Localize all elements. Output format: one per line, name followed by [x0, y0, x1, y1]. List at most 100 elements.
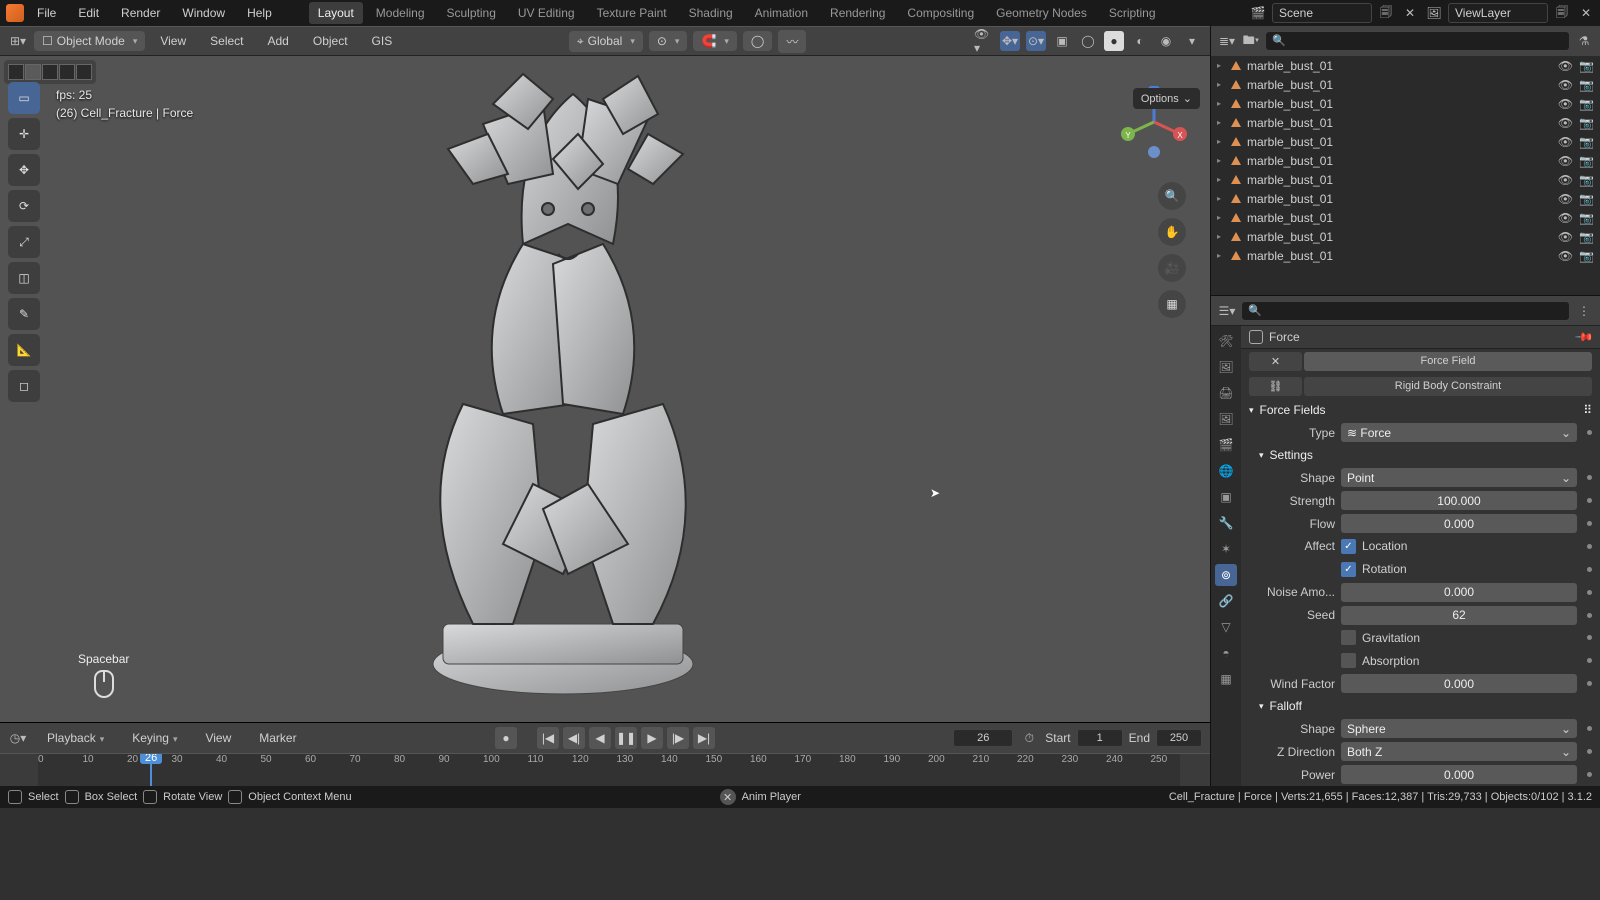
outliner-list[interactable]: ▸ marble_bust_01 👁 📷▸ marble_bust_01 👁 📷…: [1211, 56, 1600, 295]
autokey-toggle[interactable]: ●: [495, 727, 517, 749]
panel-falloff[interactable]: Falloff: [1270, 699, 1302, 713]
tab-rbc-icon[interactable]: ⛓: [1249, 377, 1302, 396]
hide-render-icon[interactable]: 📷: [1579, 135, 1594, 149]
preview-range-icon[interactable]: ⏱: [1019, 728, 1039, 748]
panel-force-fields[interactable]: Force Fields: [1260, 403, 1326, 417]
tab-rendering[interactable]: Rendering: [821, 2, 894, 24]
ptab-material[interactable]: ◓: [1215, 642, 1237, 664]
hide-render-icon[interactable]: 📷: [1579, 116, 1594, 130]
pin-icon[interactable]: 📌: [1574, 327, 1594, 347]
start-frame-input[interactable]: 1: [1077, 729, 1123, 747]
tab-modeling[interactable]: Modeling: [367, 2, 434, 24]
viewlayer-copy-icon[interactable]: 🗐: [1552, 3, 1572, 23]
menu-help[interactable]: Help: [238, 2, 281, 24]
hide-viewport-icon[interactable]: 👁: [1558, 59, 1573, 73]
keying-menu[interactable]: Keying: [123, 727, 186, 749]
disclosure-icon[interactable]: ▸: [1217, 175, 1225, 184]
disclosure-icon[interactable]: ▸: [1217, 213, 1225, 222]
viewlayer-name-input[interactable]: [1448, 3, 1548, 23]
play-button[interactable]: ▶: [641, 727, 663, 749]
ptab-constraints[interactable]: 🔗: [1215, 590, 1237, 612]
menu-edit[interactable]: Edit: [69, 2, 108, 24]
tool-measure[interactable]: 📐: [8, 334, 40, 366]
ptab-scene[interactable]: 🎬: [1215, 434, 1237, 456]
anim-dot[interactable]: [1587, 430, 1592, 435]
properties-options-icon[interactable]: ⋮: [1574, 301, 1594, 321]
scene-copy-icon[interactable]: 🗐: [1376, 3, 1396, 23]
falloff-shape-select[interactable]: Sphere: [1341, 719, 1577, 738]
hide-viewport-icon[interactable]: 👁: [1558, 249, 1573, 263]
mode-select[interactable]: ☐Object Mode: [34, 31, 145, 51]
timeline-ruler[interactable]: 26 0102030405060708090100110120130140150…: [0, 753, 1210, 786]
transform-orientation[interactable]: ⌖Global: [569, 31, 643, 52]
tool-annotate[interactable]: ✎: [8, 298, 40, 330]
tab-compositing[interactable]: Compositing: [898, 2, 983, 24]
tab-animation[interactable]: Animation: [746, 2, 817, 24]
ptab-viewlayer[interactable]: 🖼: [1215, 408, 1237, 430]
properties-search-input[interactable]: [1241, 301, 1570, 321]
keyframe-prev-button[interactable]: ◀|: [563, 727, 585, 749]
menu-file[interactable]: File: [28, 2, 65, 24]
ptab-world[interactable]: 🌐: [1215, 460, 1237, 482]
vp-menu-view[interactable]: View: [151, 30, 195, 52]
tab-uv-editing[interactable]: UV Editing: [509, 2, 584, 24]
power-input[interactable]: 0.000: [1341, 765, 1577, 784]
seed-input[interactable]: 62: [1341, 606, 1577, 625]
visibility-filter-icon[interactable]: 👁▾: [974, 31, 994, 51]
keyframe-next-button[interactable]: |▶: [667, 727, 689, 749]
hide-viewport-icon[interactable]: 👁: [1558, 116, 1573, 130]
tab-texture-paint[interactable]: Texture Paint: [588, 2, 676, 24]
disclosure-icon[interactable]: ▸: [1217, 61, 1225, 70]
proportional-edit[interactable]: ◯: [743, 31, 772, 51]
absorption-checkbox[interactable]: [1341, 653, 1356, 668]
noise-amount-input[interactable]: 0.000: [1341, 583, 1577, 602]
disclosure-icon[interactable]: ▸: [1217, 137, 1225, 146]
affect-rotation-checkbox[interactable]: ✓: [1341, 562, 1356, 577]
properties-editor-icon[interactable]: ☰▾: [1217, 301, 1237, 321]
ptab-physics[interactable]: ⊚: [1215, 564, 1237, 586]
outliner-item[interactable]: ▸ marble_bust_01 👁 📷: [1211, 227, 1600, 246]
strength-input[interactable]: 100.000: [1341, 491, 1577, 510]
outliner-display-icon[interactable]: 🖿▾: [1241, 31, 1261, 51]
hide-render-icon[interactable]: 📷: [1579, 59, 1594, 73]
disclosure-icon[interactable]: ▸: [1217, 232, 1225, 241]
hide-viewport-icon[interactable]: 👁: [1558, 173, 1573, 187]
hide-render-icon[interactable]: 📷: [1579, 97, 1594, 111]
panel-settings[interactable]: Settings: [1270, 448, 1313, 462]
outliner-item[interactable]: ▸ marble_bust_01 👁 📷: [1211, 132, 1600, 151]
wind-factor-input[interactable]: 0.000: [1341, 674, 1577, 693]
outliner-item[interactable]: ▸ marble_bust_01 👁 📷: [1211, 208, 1600, 227]
ptab-tool[interactable]: 🛠: [1215, 330, 1237, 352]
hide-viewport-icon[interactable]: 👁: [1558, 192, 1573, 206]
jump-end-button[interactable]: ▶|: [693, 727, 715, 749]
ptab-particles[interactable]: ✶: [1215, 538, 1237, 560]
vp-menu-object[interactable]: Object: [304, 30, 357, 52]
panel-grip-icon[interactable]: ⠿: [1583, 403, 1592, 417]
outliner-editor-icon[interactable]: ≣▾: [1217, 31, 1237, 51]
hide-render-icon[interactable]: 📷: [1579, 154, 1594, 168]
viewport-options-popover[interactable]: Options⌄: [1133, 88, 1200, 109]
viewlayer-icon[interactable]: 🖼: [1424, 3, 1444, 23]
pan-icon[interactable]: ✋: [1158, 218, 1186, 246]
tab-force-field[interactable]: Force Field: [1304, 352, 1592, 371]
shade-wire-icon[interactable]: ◯: [1078, 31, 1098, 51]
tool-scale[interactable]: ⤢: [8, 226, 40, 258]
tool-transform[interactable]: ◫: [8, 262, 40, 294]
ptab-modifiers[interactable]: 🔧: [1215, 512, 1237, 534]
affect-location-checkbox[interactable]: ✓: [1341, 539, 1356, 554]
shade-render-icon[interactable]: ◉: [1156, 31, 1176, 51]
shade-matprev-icon[interactable]: ◐: [1130, 31, 1150, 51]
scene-name-input[interactable]: [1272, 3, 1372, 23]
type-select[interactable]: ≋ Force: [1341, 423, 1577, 442]
outliner-filter-icon[interactable]: ⚗: [1574, 31, 1594, 51]
jump-start-button[interactable]: |◀: [537, 727, 559, 749]
ptab-texture[interactable]: ▦: [1215, 668, 1237, 690]
tool-cursor[interactable]: ✛: [8, 118, 40, 150]
hide-render-icon[interactable]: 📷: [1579, 192, 1594, 206]
scene-icon[interactable]: 🎬: [1248, 3, 1268, 23]
curve-falloff[interactable]: 〰: [778, 30, 806, 53]
outliner-item[interactable]: ▸ marble_bust_01 👁 📷: [1211, 56, 1600, 75]
scene-close-icon[interactable]: ✕: [1400, 3, 1420, 23]
outliner-search-input[interactable]: [1265, 31, 1570, 51]
zoom-icon[interactable]: 🔍: [1158, 182, 1186, 210]
